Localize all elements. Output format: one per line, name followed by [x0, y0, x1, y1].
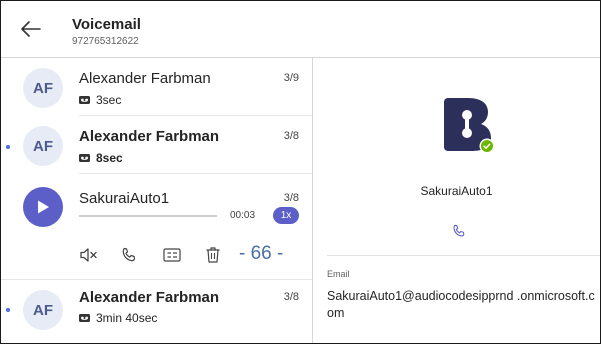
- mute-icon: [80, 248, 97, 262]
- caller-name: SakuraiAuto1: [79, 190, 170, 207]
- duration-label: 3min 40sec: [96, 311, 158, 325]
- voicemail-number: 972765312622: [72, 36, 139, 47]
- playback-time: 00:03: [230, 210, 256, 221]
- voicemail-duration: 3min 40sec: [79, 311, 157, 325]
- mute-button[interactable]: [78, 244, 100, 266]
- play-icon: [38, 200, 49, 214]
- caller-name: Alexander Farbman: [79, 70, 211, 87]
- voicemail-icon: [79, 154, 90, 162]
- contact-card-icon: [163, 248, 181, 262]
- duration-label: 3sec: [96, 93, 122, 107]
- list-item[interactable]: AF Alexander Farbman 3/8 8sec: [1, 116, 312, 174]
- playback-speed-button[interactable]: 1x: [273, 207, 299, 224]
- header: Voicemail 972765312622: [1, 1, 600, 58]
- voicemail-date: 3/8: [283, 192, 299, 204]
- voicemail-date: 3/8: [283, 291, 299, 303]
- unread-indicator: [6, 145, 10, 149]
- back-arrow-icon: [21, 21, 41, 37]
- voicemail-screen: Voicemail 972765312622 AF Alexander Farb…: [0, 0, 601, 344]
- voicemail-duration: 3sec: [79, 93, 121, 107]
- voicemail-icon: [79, 96, 90, 104]
- list-item[interactable]: AF Alexander Farbman 3/9 3sec: [1, 58, 312, 116]
- back-button[interactable]: [15, 13, 47, 45]
- voicemail-icon: [79, 314, 90, 322]
- duration-label: 8sec: [96, 151, 123, 165]
- page-title: Voicemail: [72, 16, 141, 33]
- voicemail-list: AF Alexander Farbman 3/9 3sec AF Alexand…: [1, 58, 313, 343]
- playback-progress-bar[interactable]: [79, 215, 217, 217]
- page-indicator: - 66 -: [239, 243, 284, 264]
- divider: [327, 255, 600, 256]
- avatar: AF: [23, 68, 63, 108]
- call-back-button[interactable]: [118, 244, 140, 266]
- voicemail-date: 3/8: [283, 130, 299, 142]
- avatar: AF: [23, 126, 63, 166]
- trash-icon: [206, 247, 220, 263]
- delete-button[interactable]: [202, 244, 224, 266]
- list-item[interactable]: AF Alexander Farbman 3/8 3min 40sec: [1, 280, 312, 343]
- contact-avatar: [438, 98, 496, 154]
- caller-name: Alexander Farbman: [79, 289, 220, 306]
- caller-name: Alexander Farbman: [79, 128, 220, 145]
- unread-indicator: [6, 308, 10, 312]
- phone-icon: [122, 247, 136, 262]
- contact-detail-pane: SakuraiAuto1 Email SakuraiAuto1@audiocod…: [313, 58, 600, 343]
- phone-icon: [453, 224, 465, 237]
- contact-details-button[interactable]: [161, 244, 183, 266]
- available-check-icon: [481, 140, 493, 152]
- list-item-expanded[interactable]: SakuraiAuto1 3/8 00:03 1x - 66 -: [1, 174, 312, 280]
- email-value[interactable]: SakuraiAuto1@audiocodesipprnd .onmicroso…: [327, 288, 595, 322]
- voicemail-duration: 8sec: [79, 151, 123, 165]
- avatar: AF: [23, 290, 63, 330]
- app-logo-icon: [444, 98, 495, 154]
- play-button[interactable]: [23, 187, 63, 227]
- contact-name: SakuraiAuto1: [420, 184, 493, 198]
- contact-call-button[interactable]: [448, 220, 470, 242]
- email-label: Email: [327, 269, 350, 279]
- voicemail-date: 3/9: [283, 72, 299, 84]
